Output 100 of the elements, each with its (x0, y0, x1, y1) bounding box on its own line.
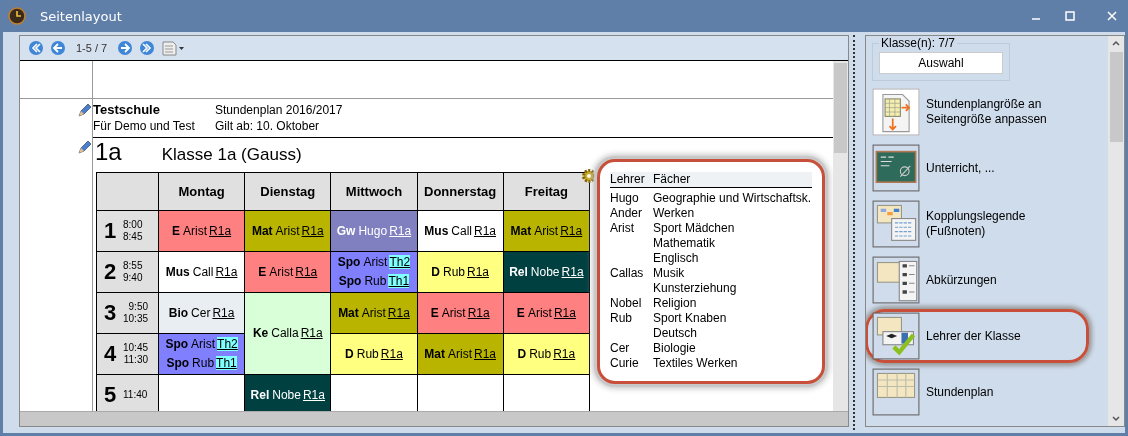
horizontal-scrollbar[interactable] (20, 411, 848, 426)
chalkboard-icon (872, 144, 920, 192)
teacher-code: Arist (361, 305, 386, 320)
room-code[interactable]: R1a (302, 387, 325, 402)
teacher-code: Arist (269, 264, 294, 279)
room-code[interactable]: Th1 (216, 356, 237, 370)
room-code[interactable]: R1a (553, 346, 576, 361)
room-code[interactable]: R1a (212, 305, 235, 320)
teacher-code: Cer (191, 305, 211, 320)
previous-page-icon[interactable] (50, 40, 66, 56)
timetable-icon (872, 368, 920, 416)
teacher-code: Arist (527, 305, 552, 320)
room-code[interactable]: R1a (560, 223, 583, 238)
subject-name: Deutsch (653, 326, 699, 341)
scroll-up-icon[interactable] (1111, 38, 1121, 48)
subject-code: Spo (338, 274, 362, 288)
next-page-icon[interactable] (117, 40, 134, 56)
room-code[interactable]: R1a (301, 223, 324, 238)
teacher-code: Arist (363, 255, 388, 269)
room-code[interactable]: R1a (215, 264, 238, 279)
subject-code: Mus (165, 264, 190, 279)
subject-code: Ke (252, 326, 269, 340)
room-code[interactable]: R1a (553, 305, 576, 320)
period-time: 11:30 (123, 354, 149, 366)
teacher-name: Curie (610, 356, 640, 371)
item-label: Stundenplangröße an Seitengröße anpassen (926, 97, 1048, 127)
subject-name: Kunsterziehung (653, 281, 738, 296)
subject-name: Sport Knaben (653, 311, 728, 326)
room-code[interactable]: R1a (474, 223, 496, 238)
plan-title: Stundenplan 2016/2017 (215, 102, 343, 118)
teacher-code: Call (451, 223, 472, 238)
select-button[interactable]: Auswahl (879, 52, 1003, 74)
sidebar-item[interactable]: Unterricht, ... (866, 141, 1089, 195)
window-title: Seitenlayout (40, 8, 122, 24)
sidebar-item[interactable]: Abkürzungen (866, 253, 1089, 307)
room-code[interactable]: R1a (209, 223, 232, 238)
day-header: Dienstag (244, 172, 331, 211)
vertical-scrollbar[interactable] (833, 61, 848, 411)
maximize-icon[interactable] (1062, 8, 1078, 24)
subject-code: E (430, 305, 439, 320)
class-count-label: Klasse(n): 7/7 (880, 36, 957, 50)
subject-code: Spo (166, 356, 190, 370)
pencil-icon[interactable] (78, 140, 92, 154)
legend-header: Fächer (653, 172, 812, 188)
pencil-icon[interactable] (78, 103, 92, 117)
subject-code: D (431, 264, 440, 279)
vertical-scrollbar[interactable] (1108, 36, 1124, 426)
room-code[interactable]: R1a (467, 264, 489, 279)
teacher-code: Rub (364, 274, 387, 288)
room-code[interactable]: R1a (380, 346, 403, 361)
subject-name: Biologie (653, 341, 697, 356)
room-code[interactable]: R1a (387, 305, 410, 320)
scroll-thumb[interactable] (834, 63, 847, 153)
resize-page-icon (872, 88, 920, 136)
period-time: 11:40 (123, 389, 148, 401)
room-code[interactable]: R1a (295, 264, 318, 279)
item-label: Kopplungslegende (Fußnoten) (926, 209, 1027, 239)
day-header: Mittwoch (330, 172, 418, 211)
class-title: Klasse 1a (Gauss) (161, 145, 302, 165)
teacher-code: Arist (183, 223, 208, 238)
room-code[interactable]: R1a (561, 264, 584, 279)
teacher-code: Calla (271, 326, 299, 340)
teacher-code: Arist (534, 223, 559, 238)
room-code[interactable]: R1a (467, 305, 490, 320)
teacher-code: Hugo (358, 223, 388, 238)
teacher-code: Rub (529, 346, 552, 361)
item-label: Lehrer der Klasse (926, 328, 1021, 344)
subject-code: Rel (250, 387, 270, 402)
room-code[interactable]: R1a (389, 223, 412, 238)
period-time: 9:50 (128, 301, 149, 313)
page-dropdown-icon[interactable] (161, 40, 186, 56)
teacher-code: Arist (191, 337, 216, 351)
sidebar-item[interactable]: Kopplungslegende (Fußnoten) (866, 197, 1089, 251)
sidebar-item[interactable]: Stundenplangröße an Seitengröße anpassen (866, 85, 1089, 139)
first-page-icon[interactable] (28, 40, 44, 56)
sidebar-item[interactable]: Stundenplan (866, 365, 1089, 419)
period-time: 8:45 (123, 231, 143, 243)
period-number: 4 (102, 341, 118, 367)
period-number: 1 (102, 218, 118, 244)
subject-code: Mus (424, 223, 449, 238)
valid-from-text: Gilt ab: 10. Oktober (215, 118, 321, 134)
scroll-thumb[interactable] (1109, 52, 1123, 142)
item-label: Stundenplan (926, 384, 994, 400)
room-code[interactable]: Th2 (389, 255, 411, 269)
room-code[interactable]: Th1 (388, 274, 410, 288)
room-code[interactable]: R1a (474, 346, 496, 361)
period-number: 2 (102, 259, 118, 285)
school-name: Testschule (93, 102, 161, 118)
period-time: 9:40 (123, 272, 143, 284)
scroll-down-icon[interactable] (1111, 414, 1121, 424)
class-name: 1a (94, 138, 122, 166)
room-code[interactable]: R1a (300, 326, 323, 340)
room-code[interactable]: Th2 (217, 337, 238, 351)
sidebar-item[interactable]: Lehrer der Klasse (866, 309, 1089, 363)
teacher-code: Arist (275, 223, 300, 238)
item-label: Abkürzungen (926, 272, 997, 288)
teacher-name: Rub (610, 311, 633, 326)
last-page-icon[interactable] (139, 40, 156, 56)
teacher-name: Arist (610, 221, 635, 236)
day-header: Montag (158, 172, 245, 211)
